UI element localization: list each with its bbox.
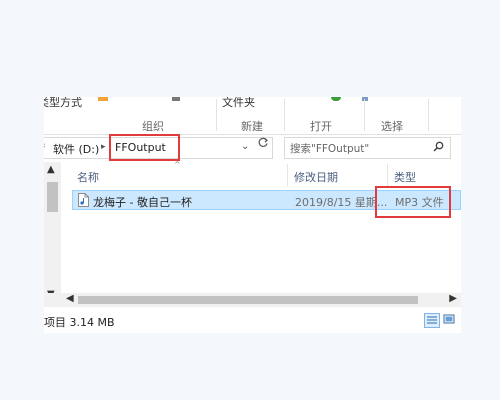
ribbon-divider bbox=[364, 99, 365, 131]
ribbon-divider bbox=[284, 99, 285, 131]
group-label-organize: 组织 bbox=[142, 120, 164, 133]
column-header-date[interactable]: 修改日期 bbox=[294, 169, 338, 185]
ribbon-item-icon[interactable] bbox=[98, 97, 108, 101]
breadcrumb-separator-icon[interactable]: ▸ bbox=[101, 142, 106, 152]
group-label-select: 选择 bbox=[381, 120, 403, 133]
sort-caret-icon: ^ bbox=[174, 160, 181, 169]
refresh-button[interactable] bbox=[254, 137, 272, 153]
status-bar: 项目 3.14 MB bbox=[44, 309, 461, 333]
ribbon-partial-label-folder[interactable]: 文件夹 bbox=[222, 97, 255, 110]
horizontal-scrollbar[interactable]: ◀ ▶ bbox=[44, 293, 461, 307]
refresh-icon bbox=[258, 137, 268, 147]
scroll-left-icon[interactable]: ◀ bbox=[66, 293, 74, 304]
details-view-button[interactable] bbox=[424, 313, 440, 328]
file-list-pane: ▲ ▼ ^ 名称 修改日期 类型 龙梅子 - 敬自己一杯 2019/8/15 bbox=[44, 160, 461, 302]
status-text: 项目 3.14 MB bbox=[44, 316, 115, 329]
scroll-right-icon[interactable]: ▶ bbox=[449, 293, 457, 304]
column-header-name[interactable]: 名称 bbox=[77, 169, 99, 185]
search-input[interactable]: 搜索"FFOutput" bbox=[284, 137, 451, 159]
column-divider[interactable] bbox=[287, 164, 288, 186]
group-label-open: 打开 bbox=[310, 120, 332, 133]
navigation-bar: ‹ 软件 (D:) ▸ FFOutput ⌄ 搜索"FFOutput" bbox=[44, 134, 461, 161]
breadcrumb-drive[interactable]: 软件 (D:) bbox=[53, 141, 99, 157]
file-name: 龙梅子 - 敬自己一杯 bbox=[93, 196, 192, 209]
large-icons-view-button[interactable] bbox=[442, 313, 458, 328]
current-folder-highlight bbox=[109, 134, 180, 161]
ribbon-divider bbox=[216, 99, 217, 131]
details-view-icon bbox=[427, 316, 437, 324]
group-label-new: 新建 bbox=[241, 120, 263, 133]
breadcrumb-chevron-icon[interactable]: ‹ bbox=[44, 141, 46, 151]
file-type-highlight bbox=[375, 186, 451, 218]
chevron-down-icon[interactable]: ⌄ bbox=[241, 141, 249, 152]
ribbon-item-icon[interactable] bbox=[172, 97, 180, 101]
scroll-thumb[interactable] bbox=[78, 296, 418, 304]
search-icon[interactable] bbox=[433, 141, 444, 155]
ribbon: 类型方式 文件夹 组织 新建 打开 选择 bbox=[44, 97, 461, 135]
scroll-thumb[interactable] bbox=[47, 182, 58, 212]
ribbon-item-icon[interactable] bbox=[362, 97, 368, 101]
file-modified-date: 2019/8/15 星期... bbox=[295, 196, 388, 209]
column-headers: ^ 名称 修改日期 类型 bbox=[62, 160, 461, 188]
column-header-type[interactable]: 类型 bbox=[394, 169, 416, 185]
properties-icon[interactable] bbox=[331, 97, 341, 101]
search-placeholder: 搜索"FFOutput" bbox=[290, 143, 370, 155]
large-icons-view-icon bbox=[443, 314, 455, 324]
vertical-scrollbar[interactable]: ▲ ▼ bbox=[44, 162, 61, 302]
scroll-up-icon[interactable]: ▲ bbox=[47, 164, 55, 175]
ribbon-partial-label-left[interactable]: 类型方式 bbox=[44, 97, 82, 110]
ribbon-divider bbox=[428, 99, 429, 131]
column-divider[interactable] bbox=[387, 164, 388, 186]
file-explorer-window: 类型方式 文件夹 组织 新建 打开 选择 ‹ 软件 (D:) ▸ FFOutpu… bbox=[44, 97, 461, 333]
audio-file-icon bbox=[78, 193, 89, 210]
